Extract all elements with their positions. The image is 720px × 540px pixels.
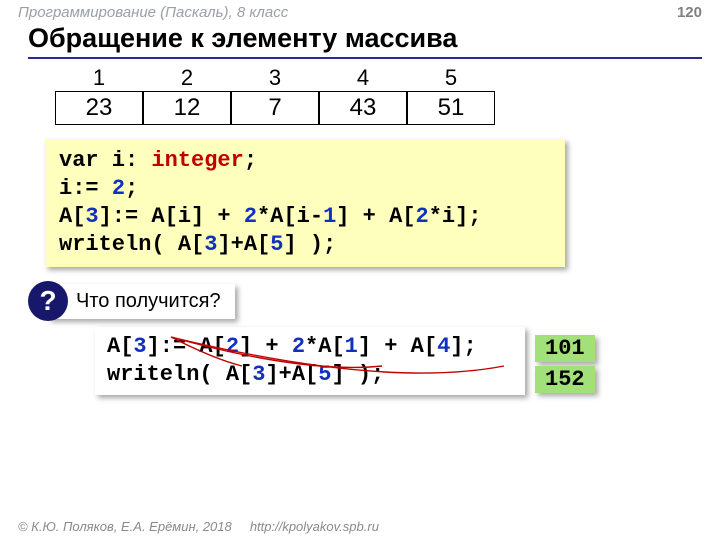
index-cell: 3 [231, 65, 319, 91]
footer: © К.Ю. Поляков, Е.А. Ерёмин, 2018 http:/… [18, 519, 379, 534]
result-value: 152 [535, 366, 595, 393]
array-display: 1 2 3 4 5 23 12 7 43 51 [55, 65, 720, 125]
code-line: A[3]:= A[i] + 2*A[i-1] + A[2*i]; [59, 203, 551, 231]
page-number: 120 [677, 4, 702, 21]
title-underline [28, 57, 702, 59]
question-row: ? Что получится? [28, 281, 720, 321]
value-cell: 12 [143, 91, 231, 125]
question-mark-icon: ? [28, 281, 68, 321]
code-line: writeln( A[3]+A[5] ); [59, 231, 551, 259]
value-cell: 51 [407, 91, 495, 125]
value-row: 23 12 7 43 51 [55, 91, 720, 125]
footer-url: http://kpolyakov.spb.ru [250, 519, 379, 534]
value-cell: 43 [319, 91, 407, 125]
question-text: Что получится? [48, 284, 235, 319]
index-cell: 4 [319, 65, 407, 91]
index-cell: 5 [407, 65, 495, 91]
code-line: A[3]:= A[2] + 2*A[1] + A[4]; [107, 333, 513, 361]
course-name: Программирование (Паскаль), 8 класс [18, 4, 288, 21]
index-cell: 2 [143, 65, 231, 91]
results-column: 101 152 [535, 335, 595, 393]
code-box-1: var i: integer; i:= 2; A[3]:= A[i] + 2*A… [45, 139, 565, 267]
result-value: 101 [535, 335, 595, 362]
index-cell: 1 [55, 65, 143, 91]
index-row: 1 2 3 4 5 [55, 65, 720, 91]
code-line: writeln( A[3]+A[5] ); [107, 361, 513, 389]
header-bar: Программирование (Паскаль), 8 класс 120 [0, 0, 720, 23]
code-line: i:= 2; [59, 175, 551, 203]
page-title: Обращение к элементу массива [0, 23, 720, 57]
value-cell: 23 [55, 91, 143, 125]
code-line: var i: integer; [59, 147, 551, 175]
copyright: © К.Ю. Поляков, Е.А. Ерёмин, 2018 [18, 519, 232, 534]
value-cell: 7 [231, 91, 319, 125]
code-box-2: A[3]:= A[2] + 2*A[1] + A[4]; writeln( A[… [95, 327, 525, 395]
